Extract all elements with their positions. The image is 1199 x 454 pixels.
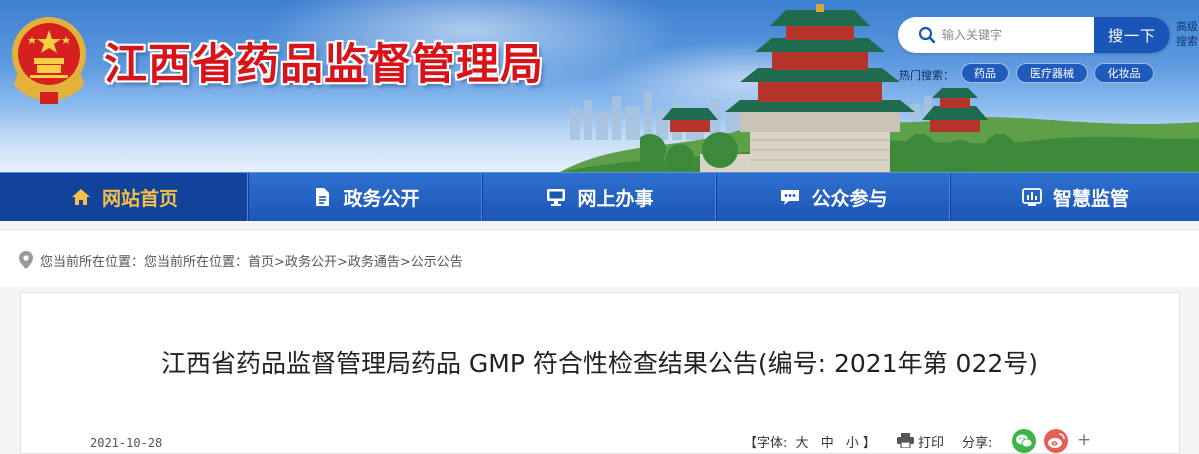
nav-label-public-participation: 公众参与 [811,187,888,210]
weibo-icon[interactable] [1044,429,1068,453]
nav-item-home[interactable]: 网站首页 [0,173,249,221]
nav-label-government-affairs: 政务公开 [343,187,420,210]
font-size-small-button[interactable]: 小 [846,436,859,451]
hot-tag-medical-devices[interactable]: 医疗器械 [1016,63,1088,83]
location-pin-icon [19,251,33,269]
breadcrumb-home[interactable]: 首页 [248,255,274,270]
breadcrumb-separator: > [336,255,348,270]
share-label: 分享: [962,436,993,451]
search-box: 搜一下 [898,17,1170,53]
home-icon [71,189,90,205]
font-size-close: 】 [862,436,876,451]
main-nav: 网站首页 政务公开 网上办事 公众参与 智慧监管 [0,172,1199,221]
nav-label-online-services: 网上办事 [577,187,654,210]
breadcrumb-separator: > [274,255,285,270]
breadcrumb-government-affairs[interactable]: 政务公开 [285,255,337,270]
nav-label-home: 网站首页 [101,187,178,210]
header-banner: 江西省药品监督管理局 搜一下 高级搜索 热门搜索： 药品 医疗器械 化妆品 [0,0,1199,172]
breadcrumb-public-announcements[interactable]: 公示公告 [411,255,463,270]
nav-item-public-participation[interactable]: 公众参与 [717,173,951,221]
nav-item-government-affairs[interactable]: 政务公开 [249,173,483,221]
monitor-icon [547,189,566,206]
font-size-control: 【字体: 大 中 小】 [744,432,876,451]
article-title: 江西省药品监督管理局药品 GMP 符合性检查结果公告(编号: 2021年第 02… [160,349,1039,378]
search-button[interactable]: 搜一下 [1094,17,1170,53]
nav-item-online-services[interactable]: 网上办事 [483,173,717,221]
document-icon [316,188,330,206]
print-button[interactable]: 打印 [918,432,944,451]
hot-tag-drugs[interactable]: 药品 [961,63,1009,83]
dashboard-icon [1022,188,1042,206]
plus-icon[interactable]: + [1077,430,1091,450]
search-icon [918,26,936,44]
breadcrumb-government-notices[interactable]: 政务通告 [348,255,400,270]
article-date: 2021-10-28 [90,436,163,450]
breadcrumb-prefix: 您当前所在位置：您当前所在位置： [40,255,249,270]
font-size-medium-button[interactable]: 中 [821,436,834,451]
font-size-large-button[interactable]: 大 [796,436,809,451]
nav-item-smart-supervision[interactable]: 智慧监管 [951,173,1199,221]
font-size-open: 【字体: [744,436,788,451]
search-input[interactable] [942,17,1090,53]
hot-tag-cosmetics[interactable]: 化妆品 [1094,63,1154,83]
nav-label-smart-supervision: 智慧监管 [1052,187,1129,210]
hot-search-label: 热门搜索： [899,69,954,82]
advanced-search-link[interactable]: 高级搜索 [1176,19,1198,53]
wechat-icon[interactable] [1012,429,1036,453]
national-emblem-icon [12,17,86,104]
breadcrumb-separator: > [399,255,411,270]
breadcrumb: 您当前所在位置：您当前所在位置：首页>政务公开>政务通告>公示公告 [40,251,463,270]
chat-icon [781,190,800,205]
print-icon[interactable] [897,433,914,448]
site-title[interactable]: 江西省药品监督管理局 [104,30,544,90]
